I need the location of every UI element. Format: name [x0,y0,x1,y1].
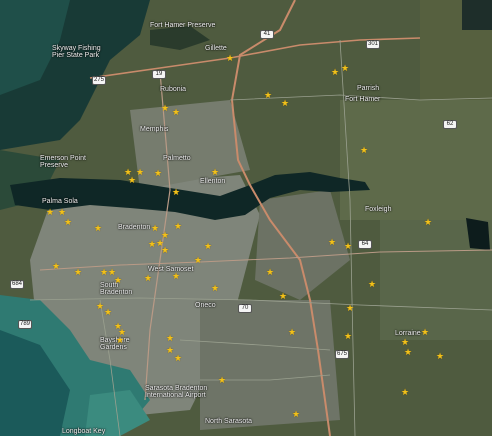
location-marker-star-icon[interactable]: ★ [172,272,180,281]
place-label-sarasota-airport: Sarasota Bradenton International Airport [145,385,208,399]
location-marker-star-icon[interactable]: ★ [331,68,339,77]
location-marker-star-icon[interactable]: ★ [204,242,212,251]
location-marker-star-icon[interactable]: ★ [211,168,219,177]
location-marker-star-icon[interactable]: ★ [226,54,234,63]
location-marker-star-icon[interactable]: ★ [161,246,169,255]
location-marker-star-icon[interactable]: ★ [46,208,54,217]
route-shield-684: 684 [10,280,25,289]
location-marker-star-icon[interactable]: ★ [401,388,409,397]
location-marker-star-icon[interactable]: ★ [104,308,112,317]
place-label-skyway-park: Skyway Fishing Pier State Park [52,45,101,59]
location-marker-star-icon[interactable]: ★ [174,222,182,231]
location-marker-star-icon[interactable]: ★ [264,91,272,100]
location-marker-star-icon[interactable]: ★ [100,268,108,277]
location-marker-star-icon[interactable]: ★ [424,218,432,227]
place-label-oneco: Oneco [195,302,216,309]
location-marker-star-icon[interactable]: ★ [421,328,429,337]
location-marker-star-icon[interactable]: ★ [328,238,336,247]
location-marker-star-icon[interactable]: ★ [128,176,136,185]
satellite-imagery [0,0,492,436]
location-marker-star-icon[interactable]: ★ [292,410,300,419]
place-label-south-bradenton: South Bradenton [100,282,133,296]
place-label-lorraine: Lorraine [395,330,421,337]
route-shield-301: 301 [366,40,381,49]
location-marker-star-icon[interactable]: ★ [148,240,156,249]
location-marker-star-icon[interactable]: ★ [346,304,354,313]
place-label-memphis: Memphis [140,126,169,133]
location-marker-star-icon[interactable]: ★ [401,338,409,347]
location-marker-star-icon[interactable]: ★ [74,268,82,277]
location-marker-star-icon[interactable]: ★ [64,218,72,227]
location-marker-star-icon[interactable]: ★ [266,268,274,277]
place-label-rubonia: Rubonia [160,86,187,93]
place-label-fort-hamer-preserve: Fort Hamer Preserve [150,22,216,29]
location-marker-star-icon[interactable]: ★ [360,146,368,155]
place-label-north-sarasota: North Sarasota [205,418,253,425]
location-marker-star-icon[interactable]: ★ [96,302,104,311]
route-shield-789: 789 [18,320,33,329]
location-marker-star-icon[interactable]: ★ [194,256,202,265]
location-marker-star-icon[interactable]: ★ [281,99,289,108]
location-marker-star-icon[interactable]: ★ [136,168,144,177]
place-label-parrish: Parrish [357,85,380,92]
route-shield-70: 70 [238,304,252,313]
place-label-palma-sola: Palma Sola [42,198,78,205]
location-marker-star-icon[interactable]: ★ [172,108,180,117]
location-marker-star-icon[interactable]: ★ [211,284,219,293]
place-label-west-samoset: West Samoset [148,266,194,273]
location-marker-star-icon[interactable]: ★ [161,104,169,113]
place-label-longboat-key: Longboat Key [62,428,106,435]
location-marker-star-icon[interactable]: ★ [344,332,352,341]
location-marker-star-icon[interactable]: ★ [279,292,287,301]
route-shield-19: 19 [152,70,166,79]
location-marker-star-icon[interactable]: ★ [154,169,162,178]
location-marker-star-icon[interactable]: ★ [218,376,226,385]
route-shield-675: 675 [335,350,350,359]
place-label-emerson-point: Emerson Point Preserve [40,155,86,169]
route-shield-64: 64 [358,240,372,249]
place-label-gillette: Gillette [205,45,227,52]
location-marker-star-icon[interactable]: ★ [341,64,349,73]
route-shield-275: 275 [92,76,107,85]
location-marker-star-icon[interactable]: ★ [166,334,174,343]
place-label-bradenton: Bradenton [118,224,151,231]
location-marker-star-icon[interactable]: ★ [144,274,152,283]
location-marker-star-icon[interactable]: ★ [166,346,174,355]
location-marker-star-icon[interactable]: ★ [114,276,122,285]
place-label-palmetto: Palmetto [163,155,191,162]
location-marker-star-icon[interactable]: ★ [58,208,66,217]
place-label-fort-hamer: Fort Hamer [345,96,381,103]
route-shield-41: 41 [260,30,274,39]
location-marker-star-icon[interactable]: ★ [404,348,412,357]
route-shield-62: 62 [443,120,457,129]
place-label-foxleigh: Foxleigh [365,206,392,213]
location-marker-star-icon[interactable]: ★ [94,224,102,233]
location-marker-star-icon[interactable]: ★ [172,188,180,197]
location-marker-star-icon[interactable]: ★ [174,354,182,363]
location-marker-star-icon[interactable]: ★ [288,328,296,337]
location-marker-star-icon[interactable]: ★ [116,336,124,345]
location-marker-star-icon[interactable]: ★ [151,224,159,233]
location-marker-star-icon[interactable]: ★ [344,242,352,251]
location-marker-star-icon[interactable]: ★ [436,352,444,361]
location-marker-star-icon[interactable]: ★ [52,262,60,271]
map-view[interactable]: Fort Hamer Preserve Gillette Skyway Fish… [0,0,492,436]
location-marker-star-icon[interactable]: ★ [368,280,376,289]
place-label-ellenton: Ellenton [200,178,226,185]
